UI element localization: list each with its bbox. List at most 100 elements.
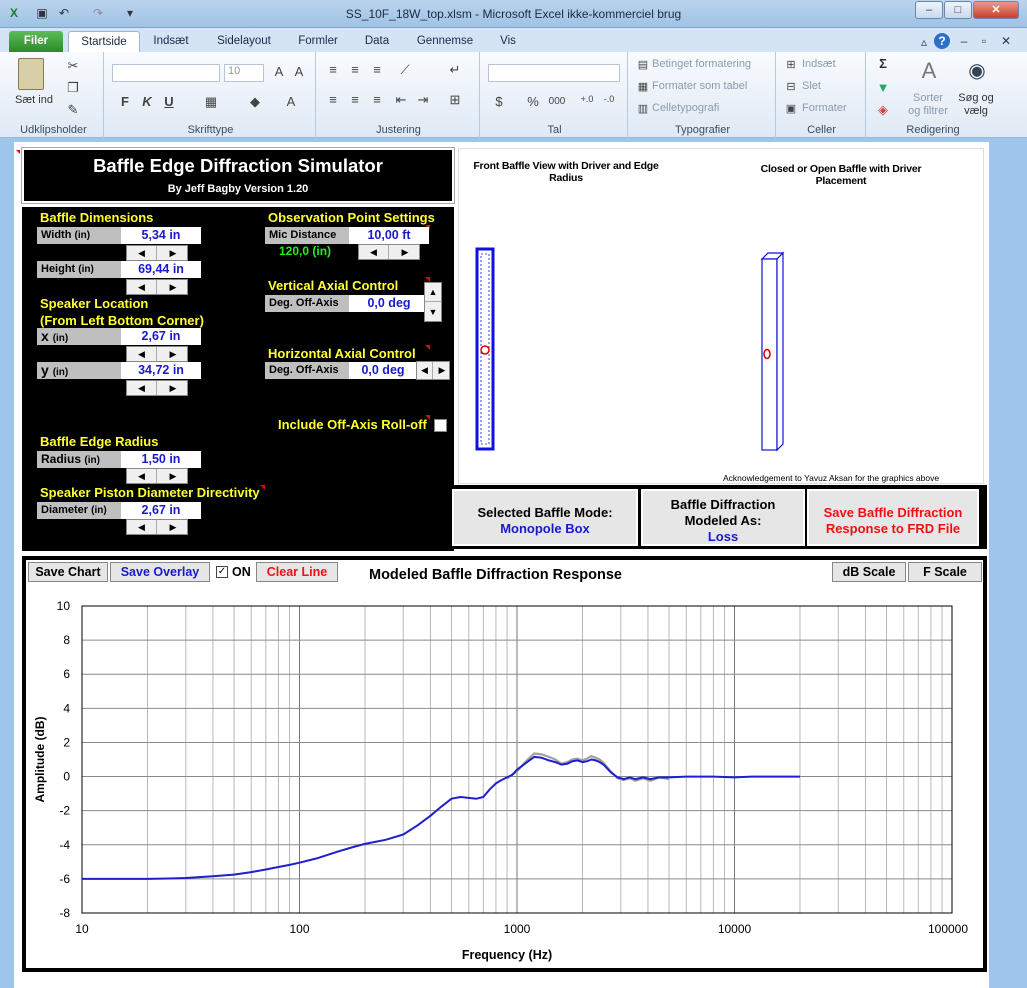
delete-cells-button[interactable]: Slet bbox=[802, 80, 821, 92]
y-value[interactable]: 34,72 in bbox=[121, 362, 201, 379]
maximize-button[interactable]: □ bbox=[944, 1, 972, 19]
radius-increase-icon[interactable]: ▶ bbox=[158, 469, 188, 483]
save-overlay-button[interactable]: Save Overlay bbox=[110, 562, 210, 582]
align-right-icon[interactable]: ≡ bbox=[368, 92, 386, 107]
borders-icon[interactable]: ▦ bbox=[202, 94, 220, 110]
ribbon-close-icon[interactable]: ✕ bbox=[998, 33, 1014, 49]
db-scale-button[interactable]: dB Scale bbox=[832, 562, 906, 582]
format-painter-icon[interactable]: ✎ bbox=[64, 102, 82, 118]
vertical-spinner[interactable]: ▲ ▼ bbox=[424, 282, 442, 322]
format-as-table-button[interactable]: Formater som tabel bbox=[652, 80, 747, 92]
italic-button[interactable]: K bbox=[138, 94, 156, 109]
diameter-spinner[interactable]: ◀ ▶ bbox=[126, 519, 188, 535]
x-increase-icon[interactable]: ▶ bbox=[158, 347, 188, 361]
save-frd-button[interactable]: Save Baffle Diffraction Response to FRD … bbox=[807, 489, 979, 546]
help-icon[interactable]: ? bbox=[934, 33, 950, 49]
clear-line-button[interactable]: Clear Line bbox=[256, 562, 338, 582]
find-select-icon[interactable]: ◉ bbox=[964, 58, 990, 83]
paste-icon[interactable] bbox=[18, 58, 44, 90]
y-spinner[interactable]: ◀ ▶ bbox=[126, 380, 188, 396]
mic-distance-value[interactable]: 10,00 ft bbox=[349, 227, 429, 244]
tab-insert[interactable]: Indsæt bbox=[142, 31, 200, 52]
horizontal-right-icon[interactable]: ▶ bbox=[434, 362, 450, 379]
align-bottom-icon[interactable]: ≡ bbox=[368, 62, 386, 77]
underline-button[interactable]: U bbox=[160, 94, 178, 109]
fill-icon[interactable]: ▼ bbox=[874, 80, 892, 95]
tab-file[interactable]: Filer bbox=[9, 31, 63, 52]
decrease-indent-icon[interactable]: ⇤ bbox=[392, 92, 410, 108]
diameter-value[interactable]: 2,67 in bbox=[121, 502, 201, 519]
shrink-font-icon[interactable]: A bbox=[290, 64, 308, 79]
align-middle-icon[interactable]: ≡ bbox=[346, 62, 364, 77]
align-left-icon[interactable]: ≡ bbox=[324, 92, 342, 107]
tab-review[interactable]: Gennemse bbox=[410, 31, 480, 52]
vertical-up-icon[interactable]: ▲ bbox=[425, 283, 441, 302]
grow-font-icon[interactable]: A bbox=[270, 64, 288, 79]
cell-styles-button[interactable]: Celletypografi bbox=[652, 102, 719, 114]
percent-button[interactable]: % bbox=[524, 94, 542, 109]
conditional-format-button[interactable]: Betinget formatering bbox=[652, 58, 751, 70]
horizontal-offaxis-value[interactable]: 0,0 deg bbox=[349, 362, 417, 379]
overlay-on-checkbox[interactable]: ✓ bbox=[216, 566, 228, 578]
align-center-icon[interactable]: ≡ bbox=[346, 92, 364, 107]
cut-icon[interactable]: ✂ bbox=[64, 58, 82, 74]
height-value[interactable]: 69,44 in bbox=[121, 261, 201, 278]
tab-data[interactable]: Data bbox=[352, 31, 402, 52]
diameter-decrease-icon[interactable]: ◀ bbox=[127, 520, 157, 534]
merge-center-icon[interactable]: ⊞ bbox=[446, 92, 464, 108]
ribbon-min-icon[interactable]: – bbox=[956, 33, 972, 49]
height-decrease-icon[interactable]: ◀ bbox=[127, 280, 157, 294]
height-increase-icon[interactable]: ▶ bbox=[158, 280, 188, 294]
tab-view[interactable]: Vis bbox=[488, 31, 528, 52]
height-spinner[interactable]: ◀ ▶ bbox=[126, 279, 188, 295]
decrease-decimal-icon[interactable]: -.0 bbox=[600, 94, 618, 104]
y-decrease-icon[interactable]: ◀ bbox=[127, 381, 157, 395]
collapse-ribbon-icon[interactable]: ▵ bbox=[916, 34, 932, 50]
mic-spinner[interactable]: ◀ ▶ bbox=[358, 244, 420, 260]
ribbon-restore-icon[interactable]: ▫ bbox=[976, 33, 992, 49]
horizontal-spinner[interactable]: ◀ ▶ bbox=[416, 361, 450, 380]
sort-filter-icon[interactable]: A bbox=[916, 58, 942, 84]
mic-increase-icon[interactable]: ▶ bbox=[390, 245, 420, 259]
radius-decrease-icon[interactable]: ◀ bbox=[127, 469, 157, 483]
align-top-icon[interactable]: ≡ bbox=[324, 62, 342, 77]
rolloff-checkbox[interactable] bbox=[434, 419, 447, 432]
insert-cells-button[interactable]: Indsæt bbox=[802, 58, 836, 70]
width-increase-icon[interactable]: ▶ bbox=[158, 246, 188, 260]
horizontal-left-icon[interactable]: ◀ bbox=[417, 362, 433, 379]
diameter-increase-icon[interactable]: ▶ bbox=[158, 520, 188, 534]
minimize-button[interactable]: – bbox=[915, 1, 943, 19]
autosum-button[interactable]: Σ bbox=[874, 56, 892, 71]
width-decrease-icon[interactable]: ◀ bbox=[127, 246, 157, 260]
font-name-combo[interactable] bbox=[112, 64, 220, 82]
mic-decrease-icon[interactable]: ◀ bbox=[359, 245, 389, 259]
save-chart-button[interactable]: Save Chart bbox=[28, 562, 108, 582]
format-cells-button[interactable]: Formater bbox=[802, 102, 847, 114]
vertical-offaxis-value[interactable]: 0,0 deg bbox=[349, 295, 429, 312]
increase-indent-icon[interactable]: ⇥ bbox=[414, 92, 432, 108]
find-select-button[interactable]: Søg og vælg bbox=[956, 92, 996, 118]
increase-decimal-icon[interactable]: +.0 bbox=[578, 94, 596, 104]
tab-page-layout[interactable]: Sidelayout bbox=[206, 31, 282, 52]
currency-icon[interactable]: $ bbox=[490, 94, 508, 109]
fill-color-icon[interactable]: ◆ bbox=[246, 94, 264, 110]
number-format-combo[interactable] bbox=[488, 64, 620, 82]
f-scale-button[interactable]: F Scale bbox=[908, 562, 982, 582]
tab-home[interactable]: Startside bbox=[68, 31, 140, 52]
font-color-icon[interactable]: A bbox=[282, 94, 300, 109]
x-spinner[interactable]: ◀ ▶ bbox=[126, 346, 188, 362]
tab-formulas[interactable]: Formler bbox=[290, 31, 346, 52]
radius-value[interactable]: 1,50 in bbox=[121, 451, 201, 468]
x-decrease-icon[interactable]: ◀ bbox=[127, 347, 157, 361]
vertical-scrollbar[interactable] bbox=[1004, 142, 1027, 988]
wrap-text-icon[interactable]: ↵ bbox=[446, 62, 464, 78]
x-value[interactable]: 2,67 in bbox=[121, 328, 201, 345]
width-value[interactable]: 5,34 in bbox=[121, 227, 201, 244]
close-button[interactable]: ✕ bbox=[973, 1, 1019, 19]
width-spinner[interactable]: ◀ ▶ bbox=[126, 245, 188, 261]
copy-icon[interactable]: ❐ bbox=[64, 80, 82, 96]
radius-spinner[interactable]: ◀ ▶ bbox=[126, 468, 188, 484]
vertical-down-icon[interactable]: ▼ bbox=[425, 303, 441, 322]
font-size-combo[interactable]: 10 bbox=[224, 64, 264, 82]
sort-filter-button[interactable]: Sorter og filtrer bbox=[906, 92, 950, 118]
